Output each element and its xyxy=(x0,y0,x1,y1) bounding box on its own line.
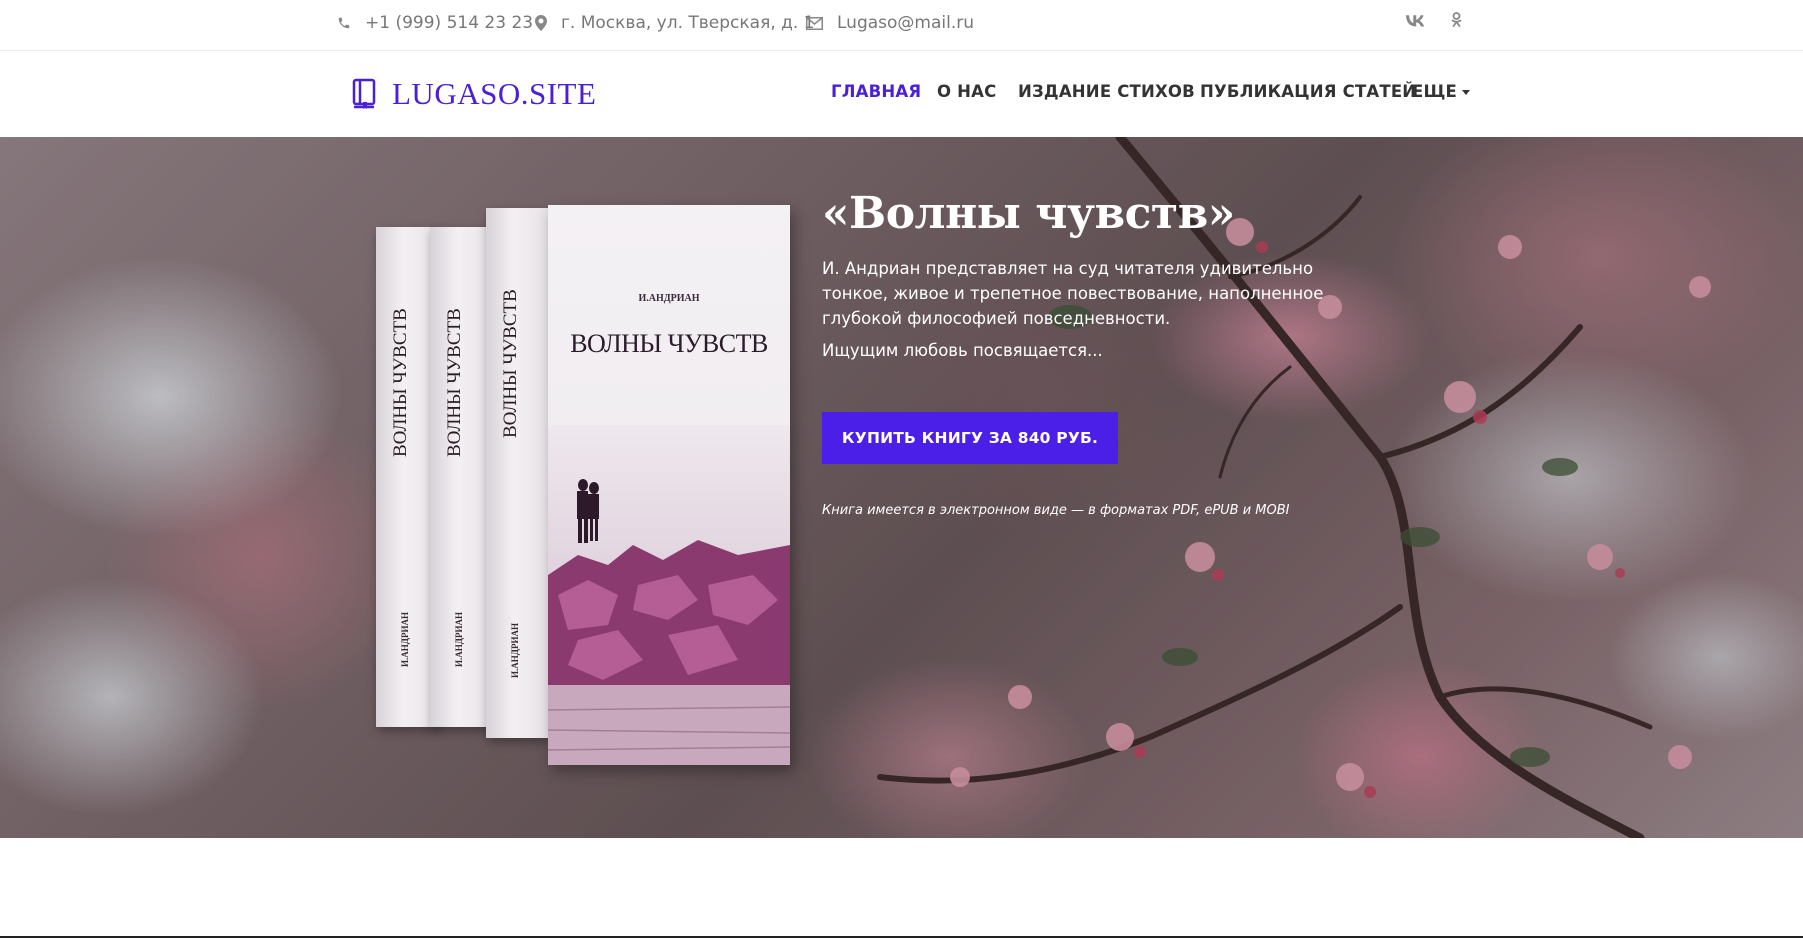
book-spine-2: ВОЛНЫ ЧУВСТВ И.АНДРИАН xyxy=(430,227,492,727)
book-cover: И.АНДРИАН ВОЛНЫ ЧУВСТВ xyxy=(548,205,790,765)
nav-item-about[interactable]: О НАС xyxy=(937,82,996,101)
hero-section xyxy=(0,137,1803,838)
spine-title: ВОЛНЫ ЧУВСТВ xyxy=(444,308,465,457)
cover-illustration xyxy=(548,425,790,765)
phone-contact[interactable]: +1 (999) 514 23 23 xyxy=(337,13,533,33)
book-spine-3: ВОЛНЫ ЧУВСТВ И.АНДРИАН xyxy=(486,208,548,738)
site-logo[interactable]: LUGASO.SITE xyxy=(352,76,596,112)
hero-dedication: Ищущим любовь посвящается... xyxy=(822,341,1103,360)
hero-overlay xyxy=(0,137,1803,838)
nav-item-home[interactable]: ГЛАВНАЯ xyxy=(831,82,921,101)
ebook-formats-note: Книга имеется в электронном виде — в фор… xyxy=(822,503,1290,518)
nav-item-more[interactable]: ЕЩЕ xyxy=(1412,82,1471,101)
hero-title: «Волны чувств» xyxy=(822,188,1235,239)
cover-author: И.АНДРИАН xyxy=(638,293,700,304)
address-text: г. Москва, ул. Тверская, д. 1 xyxy=(561,13,815,33)
chevron-down-icon xyxy=(1462,90,1471,95)
buy-book-button[interactable]: КУПИТЬ КНИГУ ЗА 840 РУБ. xyxy=(822,412,1118,464)
cover-title: ВОЛНЫ ЧУВСТВ xyxy=(570,329,768,358)
vk-icon[interactable] xyxy=(1406,12,1424,31)
email-contact[interactable]: Lugaso@mail.ru xyxy=(806,13,974,33)
book-icon xyxy=(352,78,376,109)
mail-icon xyxy=(806,16,823,30)
spine-author: И.АНДРИАН xyxy=(510,623,520,678)
map-pin-icon xyxy=(535,15,547,31)
top-bar: +1 (999) 514 23 23 г. Москва, ул. Тверск… xyxy=(0,0,1803,51)
nav-item-poetry-publishing[interactable]: ИЗДАНИЕ СТИХОВ xyxy=(1018,82,1195,101)
email-text: Lugaso@mail.ru xyxy=(837,13,975,33)
main-navbar: LUGASO.SITE ГЛАВНАЯ О НАС ИЗДАНИЕ СТИХОВ… xyxy=(0,52,1803,137)
book-spine-1: ВОЛНЫ ЧУВСТВ И.АНДРИАН xyxy=(376,227,438,727)
spine-title: ВОЛНЫ ЧУВСТВ xyxy=(500,289,521,438)
nav-item-article-publishing[interactable]: ПУБЛИКАЦИЯ СТАТЕЙ xyxy=(1200,82,1416,101)
logo-text: LUGASO.SITE xyxy=(392,76,597,111)
nav-item-more-label: ЕЩЕ xyxy=(1412,82,1458,101)
odnoklassniki-icon[interactable] xyxy=(1451,12,1462,32)
spine-author: И.АНДРИАН xyxy=(454,612,464,667)
spine-title: ВОЛНЫ ЧУВСТВ xyxy=(390,308,411,457)
phone-text: +1 (999) 514 23 23 xyxy=(365,13,534,33)
address-contact: г. Москва, ул. Тверская, д. 1 xyxy=(535,13,815,33)
spine-author: И.АНДРИАН xyxy=(400,612,410,667)
phone-icon xyxy=(338,17,350,29)
hero-description: И. Андриан представляет на суд читателя … xyxy=(822,259,1324,328)
